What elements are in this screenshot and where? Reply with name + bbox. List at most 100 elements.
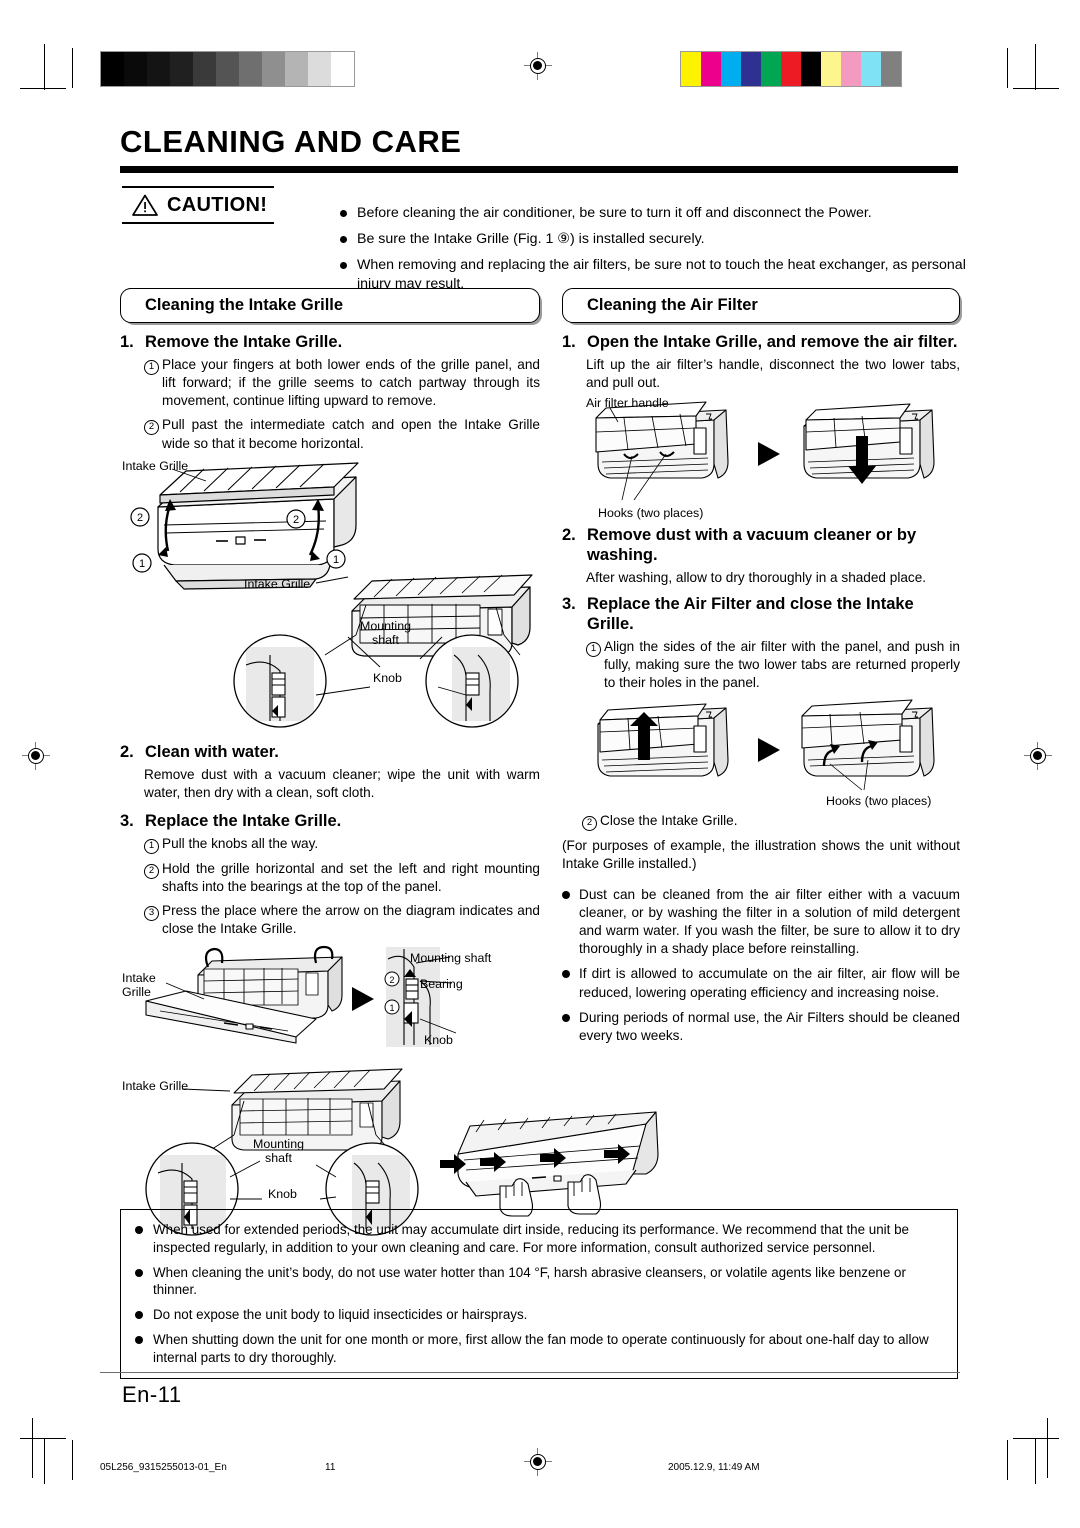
step-title: Replace the Air Filter and close the Int… — [587, 595, 914, 633]
caution-item: Be sure the Intake Grille (Fig. 1 ⑨) is … — [340, 230, 1000, 249]
note-item: When used for extended periods, the unit… — [135, 1221, 943, 1257]
left-column: Cleaning the Intake Grille 1. Remove the … — [120, 288, 540, 1239]
warning-triangle-icon — [132, 194, 158, 216]
page-title: CLEANING AND CARE — [120, 124, 462, 159]
gray-swatch — [147, 52, 170, 86]
figure-label-knob: Knob — [424, 1032, 453, 1047]
substep: 1 Align the sides of the air filter with… — [586, 638, 960, 693]
title-divider — [120, 166, 958, 173]
figure-replace-air-filter: Hooks (two places) — [562, 698, 960, 816]
crop-mark-tr-h — [1013, 88, 1059, 89]
substep-text: Place your fingers at both lower ends of… — [162, 356, 540, 409]
detail-circle-right — [425, 634, 519, 728]
crop-mark-tl-h — [20, 88, 66, 89]
figure-remove-intake-grille: Intake Grille Intake Grille Mounting sha… — [120, 459, 540, 737]
step-number: 1. — [562, 333, 576, 351]
crop-mark-tl-v — [44, 44, 45, 90]
crop-mark-bl-v — [44, 1438, 45, 1484]
svg-text:1: 1 — [333, 554, 339, 566]
color-swatch — [721, 52, 741, 86]
figure-remove-air-filter: Air filter handle Hooks (two places) — [562, 396, 960, 526]
substep: 2 Pull past the intermediate catch and o… — [144, 416, 540, 452]
caution-label: CAUTION! — [167, 193, 268, 216]
svg-text:1: 1 — [139, 558, 145, 570]
color-swatch — [821, 52, 841, 86]
caution-badge: CAUTION! — [122, 186, 274, 224]
svg-text:1: 1 — [389, 1003, 394, 1013]
registration-mark-top — [524, 52, 552, 80]
footer-filename: 05L256_9315255013-01_En — [100, 1462, 227, 1473]
section-heading-intake-grille: Cleaning the Intake Grille — [120, 288, 540, 323]
bullet-item: During periods of normal use, the Air Fi… — [562, 1009, 960, 1045]
note-item: When shutting down the unit for one mont… — [135, 1331, 943, 1367]
caution-list: Before cleaning the air conditioner, be … — [300, 204, 1000, 301]
color-swatch — [761, 52, 781, 86]
figure-label-air-filter-handle: Air filter handle — [586, 396, 669, 411]
substep-text: Press the place where the arrow on the d… — [162, 903, 540, 937]
step-heading: 2. Clean with water. — [120, 743, 540, 763]
substep: 1 Place your fingers at both lower ends … — [144, 356, 540, 411]
figure-label-intake-grille-2: Intake Grille — [244, 576, 311, 591]
step-heading: 3. Replace the Intake Grille. — [120, 812, 540, 832]
figure-label-mounting-shaft: Mounting shaft — [360, 618, 411, 648]
step-number: 2. — [120, 742, 134, 761]
color-swatch — [801, 52, 821, 86]
color-swatch — [861, 52, 881, 86]
step-title: Remove the Intake Grille. — [145, 333, 343, 351]
gray-swatch — [285, 52, 308, 86]
gray-swatch — [170, 52, 193, 86]
color-swatch — [741, 52, 761, 86]
step-text: Remove dust with a vacuum cleaner; wipe … — [144, 766, 540, 800]
step-number: 3. — [562, 595, 576, 613]
gray-swatch — [193, 52, 216, 86]
gray-swatch — [308, 52, 331, 86]
color-swatch — [701, 52, 721, 86]
substep-marker: 1 — [144, 356, 162, 411]
crop-mark-left-edge — [32, 1418, 33, 1478]
caution-item: Before cleaning the air conditioner, be … — [340, 204, 1000, 223]
substep-marker: 3 — [144, 902, 162, 938]
footer-divider — [100, 1372, 960, 1373]
gray-swatch — [124, 52, 147, 86]
right-column: Cleaning the Air Filter 1. Open the Intak… — [562, 288, 960, 1052]
detail-circle-left — [233, 634, 327, 728]
gray-swatch — [239, 52, 262, 86]
figure-label-hooks: Hooks (two places) — [598, 506, 704, 521]
crop-mark-right-edge — [1047, 1418, 1048, 1478]
registration-mark-bottom — [524, 1448, 552, 1476]
step-heading: 1. Remove the Intake Grille. — [120, 333, 540, 353]
arrow-right-icon — [352, 986, 374, 1011]
step-text: Lift up the air filter’s handle, disconn… — [586, 356, 960, 390]
figure-label-mounting-shaft: Mounting shaft — [253, 1136, 304, 1165]
arrow-right-icon — [758, 738, 780, 763]
section-heading-air-filter: Cleaning the Air Filter — [562, 288, 960, 323]
crop-mark-tl2-v — [72, 48, 73, 88]
footer-page: 11 — [325, 1462, 336, 1473]
color-swatch — [781, 52, 801, 86]
crop-mark-br-v — [1035, 1438, 1036, 1484]
substep-marker: 1 — [586, 638, 604, 693]
substep-marker: 2 — [144, 860, 162, 896]
crop-mark-tr-v — [1035, 44, 1036, 90]
page-number: En-11 — [122, 1382, 182, 1407]
gray-swatch — [262, 52, 285, 86]
step-number: 3. — [120, 812, 134, 831]
footer-timestamp: 2005.12.9, 11:49 AM — [668, 1462, 760, 1473]
crop-mark-br-h — [1013, 1438, 1059, 1439]
figure-label-knob: Knob — [268, 1186, 297, 1201]
note-item: When cleaning the unit’s body, do not us… — [135, 1264, 943, 1300]
registration-mark-left — [22, 742, 50, 770]
step-number: 2. — [562, 526, 576, 545]
general-notes-box: When used for extended periods, the unit… — [120, 1209, 958, 1379]
step-number: 1. — [120, 333, 134, 351]
registration-mark-right — [1024, 742, 1052, 770]
substep: 3 Press the place where the arrow on the… — [144, 902, 540, 938]
substep-text: Pull the knobs all the way. — [162, 835, 319, 851]
figure-label-intake-grille: Intake Grille — [122, 1078, 189, 1093]
substep: 1 Pull the knobs all the way. — [144, 835, 540, 854]
gray-swatch — [331, 52, 354, 86]
figure-label-intake-grille: Intake Grille — [122, 458, 189, 473]
bullet-item: Dust can be cleaned from the air filter … — [562, 886, 960, 959]
step-title: Clean with water. — [145, 742, 279, 761]
step-heading: 1. Open the Intake Grille, and remove the… — [562, 333, 960, 353]
